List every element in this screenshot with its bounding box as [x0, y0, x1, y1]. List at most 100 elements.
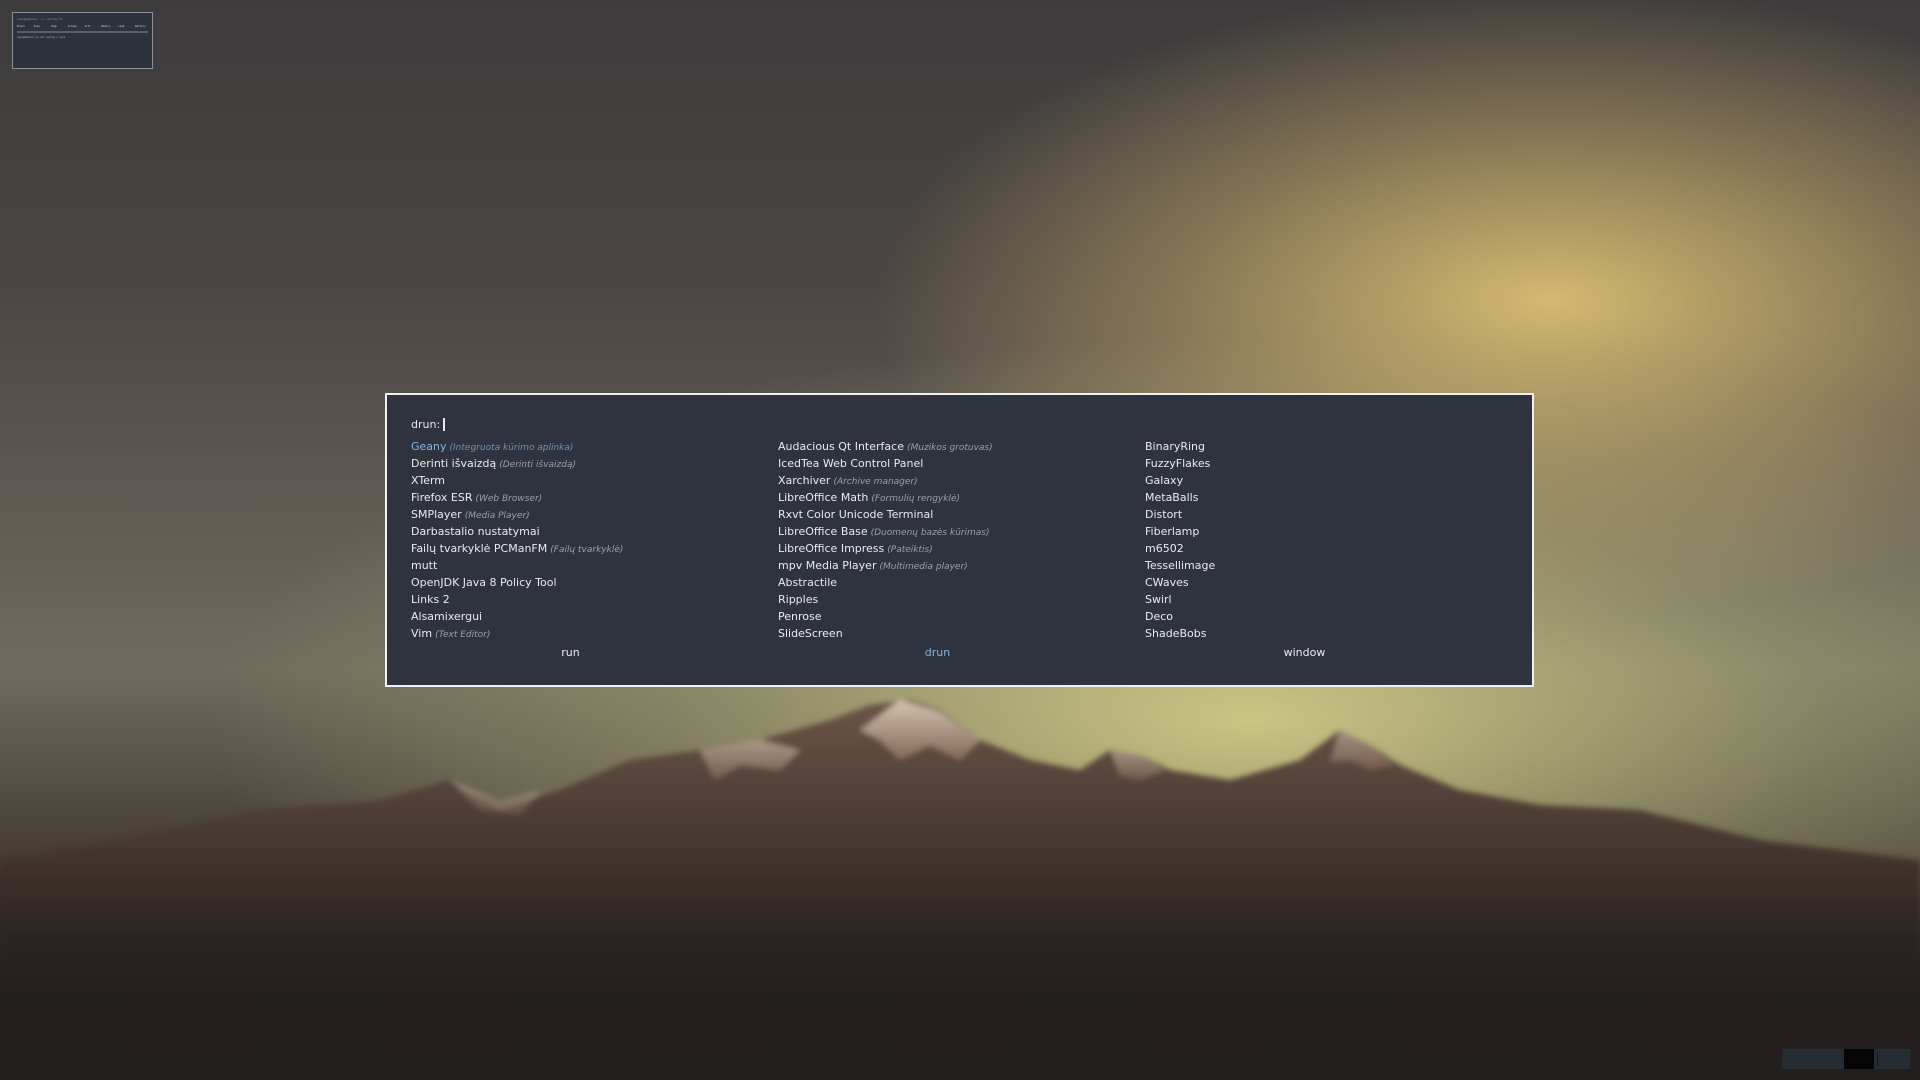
launcher-entry[interactable]: MetaBalls	[1145, 489, 1505, 506]
workspace-preview-header: Battery	[135, 25, 146, 28]
entry-name: m6502	[1145, 542, 1184, 555]
wallpaper-haze	[0, 860, 1920, 1080]
entry-name: MetaBalls	[1145, 491, 1199, 504]
entry-name: Galaxy	[1145, 474, 1184, 487]
entry-name: Darbastalio nustatymai	[411, 525, 540, 538]
launcher-entry[interactable]: Firefox ESR (Web Browser)	[411, 489, 771, 506]
launcher-entry[interactable]: XTerm	[411, 472, 771, 489]
entry-generic-name: (Archive manager)	[833, 477, 918, 487]
entry-name: Distort	[1145, 508, 1183, 521]
entry-name: Failų tvarkyklė PCManFM	[411, 542, 548, 555]
launcher-entry[interactable]: Fiberlamp	[1145, 523, 1505, 540]
entry-name: BinaryRing	[1145, 440, 1206, 453]
mode-window-button[interactable]: window	[1121, 646, 1488, 659]
entry-name: Fiberlamp	[1145, 525, 1200, 538]
launcher-entry[interactable]: FuzzyFlakes	[1145, 455, 1505, 472]
launcher-entry[interactable]: Galaxy	[1145, 472, 1505, 489]
workspace-preview-divider	[17, 31, 148, 33]
launcher-entry[interactable]: Abstractile	[778, 574, 1138, 591]
entry-name: Swirl	[1145, 593, 1172, 606]
launcher-entry[interactable]: mpv Media Player (Multimedia player)	[778, 557, 1138, 574]
workspace-preview-prompt: user@debian:~$ cat config | less	[17, 36, 66, 39]
tray-icon[interactable]	[1844, 1049, 1874, 1069]
launcher-prompt-row: drun:	[411, 418, 446, 431]
launcher-entry[interactable]: Deco	[1145, 608, 1505, 625]
entry-name: mpv Media Player	[778, 559, 877, 572]
workspace-preview-header: Disk	[33, 25, 40, 28]
launcher-entry[interactable]: Xarchiver (Archive manager)	[778, 472, 1138, 489]
launcher-entry[interactable]: Vim (Text Editor)	[411, 625, 771, 642]
launcher-column-1: Geany (Integruota kūrimo aplinka) Derinti…	[411, 438, 771, 642]
launcher-entry[interactable]: CWaves	[1145, 574, 1505, 591]
rofi-launcher: drun: Geany (Integruota kūrimo aplinka) D…	[385, 393, 1534, 687]
launcher-entry[interactable]: Links 2	[411, 591, 771, 608]
entry-name: mutt	[411, 559, 438, 572]
launcher-entry[interactable]: BinaryRing	[1145, 438, 1505, 455]
entry-name: Rxvt Color Unicode Terminal	[778, 508, 934, 521]
entry-name: Derinti išvaizdą	[411, 457, 497, 470]
launcher-entry[interactable]: IcedTea Web Control Panel	[778, 455, 1138, 472]
entry-name: Tessellimage	[1145, 559, 1216, 572]
launcher-entry[interactable]: ShadeBobs	[1145, 625, 1505, 642]
entry-name: Ripples	[778, 593, 819, 606]
workspace-preview[interactable]: user@debian: ~/.config/i3 Brand Disk Tem…	[12, 12, 153, 69]
launcher-entry[interactable]: Derinti išvaizdą (Derinti išvaizdą)	[411, 455, 771, 472]
entry-name: CWaves	[1145, 576, 1189, 589]
launcher-prompt-label: drun:	[411, 418, 441, 431]
launcher-entry[interactable]: SMPlayer (Media Player)	[411, 506, 771, 523]
workspace-preview-header: Volume	[67, 25, 77, 28]
entry-name: IcedTea Web Control Panel	[778, 457, 924, 470]
entry-name: Links 2	[411, 593, 450, 606]
launcher-entry[interactable]: SlideScreen	[778, 625, 1138, 642]
entry-name: Firefox ESR	[411, 491, 473, 504]
mode-run-button[interactable]: run	[387, 646, 754, 659]
entry-name: Audacious Qt Interface	[778, 440, 904, 453]
launcher-entry[interactable]: LibreOffice Base (Duomenų bazės kūrimas)	[778, 523, 1138, 540]
entry-generic-name: (Muzikos grotuvas)	[906, 443, 993, 453]
workspace-preview-header: Wifi	[84, 25, 91, 28]
entry-name: Deco	[1145, 610, 1174, 623]
launcher-entry[interactable]: LibreOffice Math (Formulių rengyklė)	[778, 489, 1138, 506]
entry-generic-name: (Derinti išvaizdą)	[499, 460, 577, 470]
entry-generic-name: (Media Player)	[464, 511, 530, 521]
entry-name: LibreOffice Impress	[778, 542, 885, 555]
launcher-entry[interactable]: Swirl	[1145, 591, 1505, 608]
launcher-entry[interactable]: Audacious Qt Interface (Muzikos grotuvas)	[778, 438, 1138, 455]
workspace-preview-header: Brand	[17, 25, 25, 28]
launcher-entry[interactable]: Penrose	[778, 608, 1138, 625]
launcher-entry[interactable]: Alsamixergui	[411, 608, 771, 625]
entry-generic-name: (Formulių rengyklė)	[871, 494, 961, 504]
entry-generic-name: (Pateiktis)	[887, 545, 933, 555]
launcher-entry[interactable]: Failų tvarkyklė PCManFM (Failų tvarkyklė)	[411, 540, 771, 557]
launcher-entry[interactable]: Distort	[1145, 506, 1505, 523]
launcher-entry[interactable]: Ripples	[778, 591, 1138, 608]
launcher-entry[interactable]: LibreOffice Impress (Pateiktis)	[778, 540, 1138, 557]
launcher-entry[interactable]: mutt	[411, 557, 771, 574]
launcher-entry[interactable]: Rxvt Color Unicode Terminal	[778, 506, 1138, 523]
entry-name: Xarchiver	[778, 474, 831, 487]
workspace-preview-header: Temp	[50, 25, 57, 28]
entry-name: XTerm	[411, 474, 446, 487]
launcher-entry[interactable]: m6502	[1145, 540, 1505, 557]
entry-generic-name: (Text Editor)	[435, 630, 491, 640]
launcher-column-3: BinaryRing FuzzyFlakes Galaxy MetaBalls …	[1145, 438, 1505, 642]
launcher-mode-switcher: run drun window	[387, 646, 1532, 662]
entry-name: SlideScreen	[778, 627, 843, 640]
tray-separator	[1877, 1052, 1878, 1066]
launcher-search-input[interactable]	[443, 418, 446, 431]
entry-name: Geany	[411, 440, 447, 453]
launcher-entry[interactable]: OpenJDK Java 8 Policy Tool	[411, 574, 771, 591]
launcher-entry[interactable]: Geany (Integruota kūrimo aplinka)	[411, 438, 771, 455]
entry-name: Alsamixergui	[411, 610, 483, 623]
mode-drun-button[interactable]: drun	[754, 646, 1121, 659]
launcher-entry[interactable]: Tessellimage	[1145, 557, 1505, 574]
workspace-preview-header: Load	[118, 25, 125, 28]
launcher-entry[interactable]: Darbastalio nustatymai	[411, 523, 771, 540]
entry-generic-name: (Multimedia player)	[879, 562, 968, 572]
entry-generic-name: (Integruota kūrimo aplinka)	[449, 443, 574, 453]
entry-name: FuzzyFlakes	[1145, 457, 1211, 470]
workspace-preview-headers: Brand Disk Temp Volume Wifi Memory Load …	[17, 25, 148, 28]
workspace-preview-title: user@debian: ~/.config/i3	[17, 17, 63, 21]
entry-name: Penrose	[778, 610, 822, 623]
entry-generic-name: (Web Browser)	[475, 494, 543, 504]
